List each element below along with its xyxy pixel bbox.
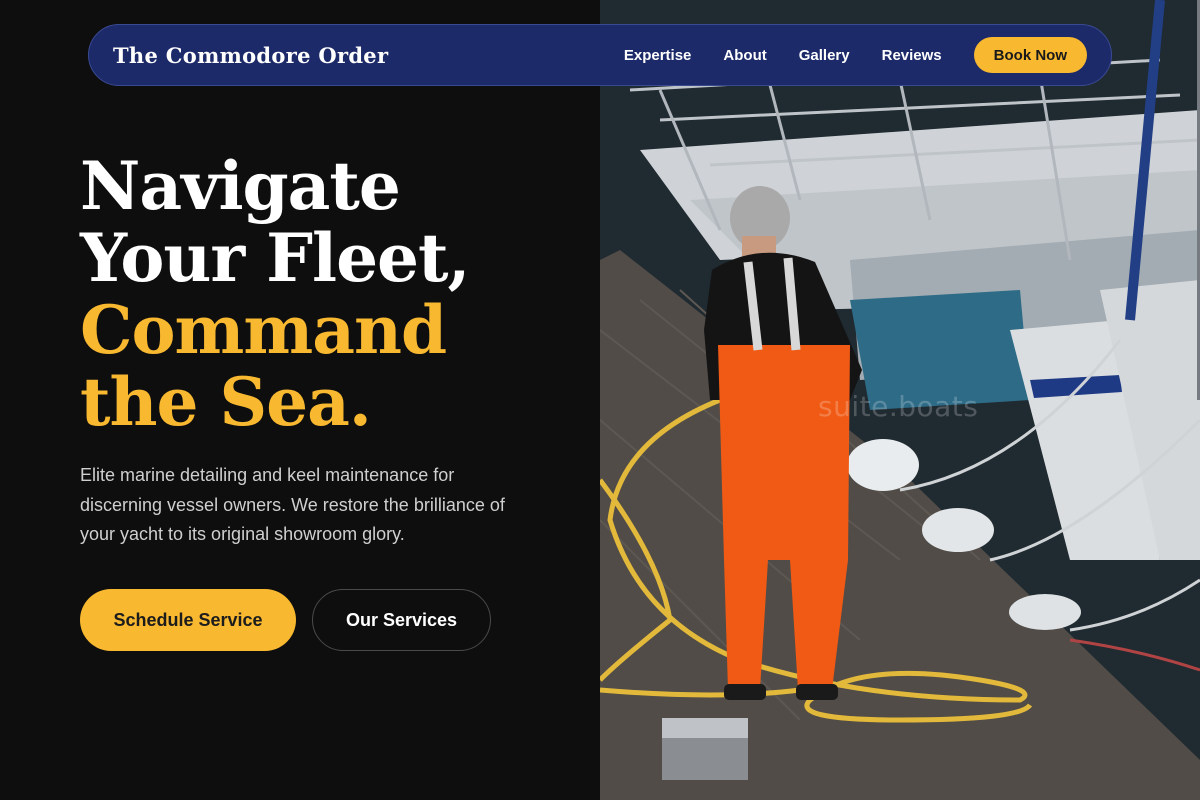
hero-description: Elite marine detailing and keel maintena…	[80, 465, 505, 544]
nav-link-about[interactable]: About	[723, 47, 766, 64]
nav-link-gallery[interactable]: Gallery	[799, 47, 850, 64]
nav-links: Expertise About Gallery Reviews Book Now	[624, 37, 1087, 73]
hero-title-line-2: Your Fleet,	[80, 219, 471, 297]
watermark-text: suite.boats	[818, 390, 979, 423]
hero-title-line-4: the Sea.	[80, 363, 372, 441]
nav-link-expertise[interactable]: Expertise	[624, 47, 692, 64]
hero-title: Navigate Your Fleet, Command the Sea.	[80, 150, 580, 438]
hero-title-line-1: Navigate	[80, 147, 401, 225]
nav-link-reviews[interactable]: Reviews	[882, 47, 942, 64]
schedule-service-button[interactable]: Schedule Service	[80, 589, 296, 651]
brand-logo[interactable]: The Commodore Order	[113, 43, 388, 68]
hero-title-line-3: Command	[80, 291, 447, 369]
hero-photo: suite.boats	[600, 0, 1200, 800]
book-now-button[interactable]: Book Now	[973, 37, 1087, 73]
top-navigation: The Commodore Order Expertise About Gall…	[88, 24, 1112, 86]
our-services-button[interactable]: Our Services	[312, 589, 491, 651]
